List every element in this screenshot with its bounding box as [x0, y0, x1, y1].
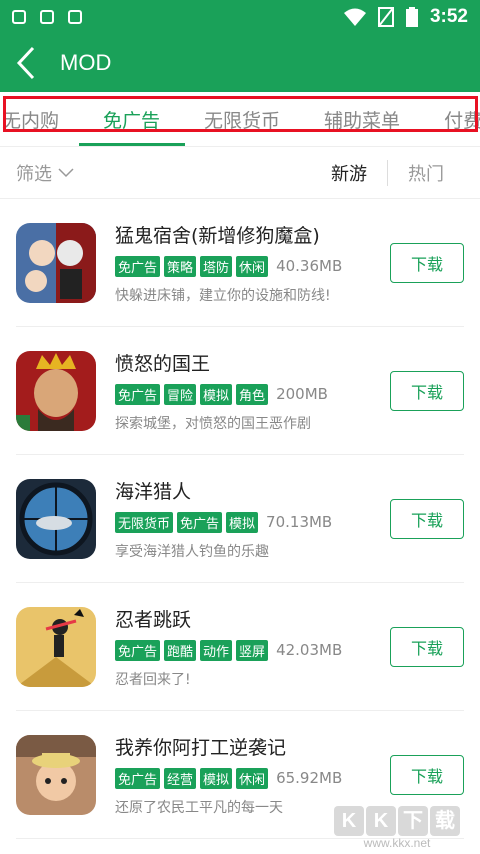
tag: 免广告 [177, 511, 223, 533]
app-name: 海洋猎人 [115, 480, 192, 503]
watermark-glyph: 载 [430, 806, 460, 836]
tag: 策略 [164, 255, 197, 277]
filter-label: 筛选 [16, 163, 52, 185]
list-item[interactable]: 海洋猎人 无限货币 免广告 模拟 70.13MB 享受海洋猎人钓鱼的乐趣 下载 [16, 455, 464, 583]
header-bar: MOD [0, 34, 480, 92]
filter-dropdown[interactable]: 筛选 [16, 160, 74, 186]
tag: 角色 [236, 383, 269, 405]
app-icon [16, 478, 96, 559]
back-button[interactable] [0, 34, 52, 92]
list-item[interactable]: 猛鬼宿舍(新增修狗魔盒) 免广告 策略 塔防 休闲 40.36MB 快躲进床铺，… [16, 199, 464, 327]
app-size: 40.36MB [276, 257, 343, 275]
tag: 无限货币 [115, 511, 174, 533]
tag: 经营 [164, 767, 197, 789]
battery-icon [405, 7, 418, 27]
tag: 模拟 [226, 511, 259, 533]
download-button[interactable]: 下载 [390, 370, 464, 411]
tab-unlimited-currency[interactable]: 无限货币 [182, 92, 302, 146]
download-button[interactable]: 下载 [390, 626, 464, 667]
font-icon [68, 10, 82, 24]
watermark-url: www.kkx.net [363, 836, 431, 850]
app-description: 忍者回来了! [115, 671, 191, 688]
signal-icon [377, 7, 394, 27]
tag: 休闲 [236, 767, 269, 789]
tag: 休闲 [236, 255, 269, 277]
list-item[interactable]: 愤怒的国王 免广告 冒险 模拟 角色 200MB 探索城堡，对愤怒的国王恶作剧 … [16, 327, 464, 455]
app-name: 愤怒的国王 [115, 352, 211, 375]
app-description: 快躲进床铺，建立你的设施和防线! [115, 287, 331, 304]
watermark-glyph: K [366, 806, 396, 836]
watermark: K K 下 载 www.kkx.net [334, 806, 460, 850]
watermark-glyph: 下 [398, 806, 428, 836]
tab-paid[interactable]: 付费 [422, 92, 480, 146]
wifi-icon [343, 8, 366, 26]
book-icon [40, 10, 54, 24]
chevron-down-icon [58, 167, 74, 177]
app-description: 探索城堡，对愤怒的国王恶作剧 [115, 415, 311, 432]
app-size: 65.92MB [276, 769, 343, 787]
tag: 动作 [200, 639, 233, 661]
lock-icon [12, 10, 26, 24]
filter-bar: 筛选 新游 热门 [0, 147, 480, 199]
tag: 模拟 [200, 383, 233, 405]
tag: 模拟 [200, 767, 233, 789]
app-name: 忍者跳跃 [115, 608, 192, 631]
app-description: 享受海洋猎人钓鱼的乐趣 [115, 543, 269, 560]
status-bar: 3:52 [0, 0, 480, 34]
tab-no-iap[interactable]: 无内购 [0, 92, 81, 146]
tag: 塔防 [200, 255, 233, 277]
list-item[interactable]: 忍者跳跃 免广告 跑酷 动作 竖屏 42.03MB 忍者回来了! 下载 [16, 583, 464, 711]
watermark-glyph: K [334, 806, 364, 836]
tab-assist-menu[interactable]: 辅助菜单 [302, 92, 422, 146]
app-list: 猛鬼宿舍(新增修狗魔盒) 免广告 策略 塔防 休闲 40.36MB 快躲进床铺，… [0, 199, 480, 839]
download-button[interactable]: 下载 [390, 754, 464, 795]
download-button[interactable]: 下载 [390, 498, 464, 539]
app-size: 200MB [276, 385, 328, 403]
app-icon [16, 734, 96, 815]
sort-hot[interactable]: 热门 [388, 160, 464, 186]
watermark-logo: K K 下 载 [334, 806, 460, 836]
chevron-left-icon [16, 46, 35, 80]
sort-new[interactable]: 新游 [311, 160, 387, 186]
tag: 免广告 [115, 767, 161, 789]
app-size: 42.03MB [276, 641, 343, 659]
download-button[interactable]: 下载 [390, 242, 464, 283]
app-icon [16, 222, 96, 303]
tag: 跑酷 [164, 639, 197, 661]
app-name: 猛鬼宿舍(新增修狗魔盒) [115, 224, 320, 247]
app-icon [16, 350, 96, 431]
app-size: 70.13MB [266, 513, 333, 531]
tag: 免广告 [115, 639, 161, 661]
app-icon [16, 606, 96, 687]
app-name: 我养你阿打工逆袭记 [115, 736, 287, 759]
tag: 免广告 [115, 383, 161, 405]
tab-no-ads[interactable]: 免广告 [81, 92, 182, 146]
tag: 冒险 [164, 383, 197, 405]
tag: 免广告 [115, 255, 161, 277]
page-title: MOD [60, 50, 112, 75]
notification-icons [12, 10, 82, 24]
tag: 竖屏 [236, 639, 269, 661]
status-time: 3:52 [429, 6, 468, 27]
tab-bar: 无内购 免广告 无限货币 辅助菜单 付费 [0, 92, 480, 147]
